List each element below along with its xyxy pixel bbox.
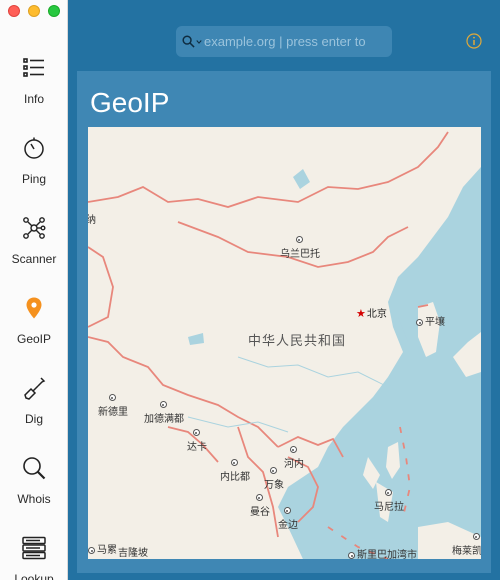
info-circle-icon[interactable] xyxy=(466,33,482,49)
city-dot-icon xyxy=(416,319,423,326)
city-dot-icon xyxy=(255,494,263,501)
server-stack-icon xyxy=(22,536,46,560)
minimize-window-button[interactable] xyxy=(28,5,40,17)
geoip-panel: GeoIP 中华人民共和国 乌兰巴托 ★北京 平壤 新德里 加德满都 达卡 内比… xyxy=(77,71,491,573)
search-input[interactable] xyxy=(204,34,384,49)
sidebar-item-whois[interactable]: Whois xyxy=(0,448,68,518)
capital-star-icon: ★ xyxy=(356,307,366,320)
map-label-colombo: 斯里巴加湾市 xyxy=(348,546,417,559)
sidebar-item-label: GeoIP xyxy=(16,332,52,346)
sidebar-item-label: Whois xyxy=(17,492,51,506)
search-options[interactable] xyxy=(182,35,202,48)
sidebar-item-label: Info xyxy=(23,92,44,106)
window-controls xyxy=(8,5,60,17)
page-title: GeoIP xyxy=(90,87,170,118)
sidebar-item-scanner[interactable]: Scanner xyxy=(0,208,68,278)
map-label-melek: 梅莱凯奥克 xyxy=(452,531,481,557)
city-dot-icon xyxy=(192,429,200,436)
city-dot-icon xyxy=(348,552,355,559)
map-label-bangkok: 曼谷 xyxy=(250,492,270,518)
map-label-pyongyang: 平壤 xyxy=(416,313,445,328)
stopwatch-icon xyxy=(24,137,44,159)
sidebar-item-geoip[interactable]: GeoIP xyxy=(0,288,68,358)
list-icon xyxy=(23,58,44,77)
map-label-phnom-penh: 金边 xyxy=(278,505,298,531)
city-dot-icon xyxy=(230,459,238,466)
magnifier-icon xyxy=(23,457,46,480)
search-icon xyxy=(182,35,195,48)
close-window-button[interactable] xyxy=(8,5,20,17)
map-label-ulaanbaatar: 乌兰巴托 xyxy=(280,234,320,260)
sidebar-item-dig[interactable]: Dig xyxy=(0,368,68,438)
city-dot-icon xyxy=(289,446,297,453)
city-dot-icon xyxy=(88,547,95,554)
geoip-map[interactable]: 中华人民共和国 乌兰巴托 ★北京 平壤 新德里 加德满都 达卡 内比都 河内 万… xyxy=(88,127,481,559)
map-label-naypyidaw: 内比都 xyxy=(220,457,250,483)
sidebar: Info Ping Scanner GeoIP Dig Whois Lookup xyxy=(0,0,68,580)
network-nodes-icon xyxy=(23,217,46,239)
map-label-kuala: 吉隆坡 xyxy=(118,548,148,559)
city-dot-icon xyxy=(283,507,291,514)
map-label-kathmandu: 加德满都 xyxy=(144,399,184,425)
search-bar[interactable] xyxy=(176,26,392,57)
map-label-hanoi: 河内 xyxy=(284,444,304,470)
city-dot-icon xyxy=(269,467,277,474)
map-label-vientiane: 万象 xyxy=(264,465,284,491)
sidebar-item-lookup[interactable]: Lookup xyxy=(0,528,68,580)
map-label-partial-west: 纳 xyxy=(88,215,96,226)
sidebar-item-label: Scanner xyxy=(11,252,57,266)
sidebar-item-label: Lookup xyxy=(14,572,54,580)
map-label-country: 中华人民共和国 xyxy=(248,334,347,349)
chevron-down-icon xyxy=(196,39,202,44)
sidebar-item-info[interactable]: Info xyxy=(0,48,68,118)
map-label-beijing: ★北京 xyxy=(356,307,387,320)
main-content: GeoIP xyxy=(68,0,500,580)
city-dot-icon xyxy=(384,489,392,496)
map-label-dhaka: 达卡 xyxy=(187,427,207,453)
map-label-new-delhi: 新德里 xyxy=(98,392,128,418)
shovel-icon xyxy=(24,377,46,400)
zoom-window-button[interactable] xyxy=(48,5,60,17)
location-pin-icon xyxy=(26,297,42,319)
sidebar-item-label: Ping xyxy=(21,172,47,186)
city-dot-icon xyxy=(472,533,480,540)
city-dot-icon xyxy=(159,401,167,408)
map-label-partial-bottom-left: 马累 xyxy=(88,541,117,556)
sidebar-item-ping[interactable]: Ping xyxy=(0,128,68,198)
city-dot-icon xyxy=(295,236,303,243)
sidebar-item-label: Dig xyxy=(24,412,43,426)
map-label-manila: 马尼拉 xyxy=(374,487,404,513)
city-dot-icon xyxy=(108,394,116,401)
